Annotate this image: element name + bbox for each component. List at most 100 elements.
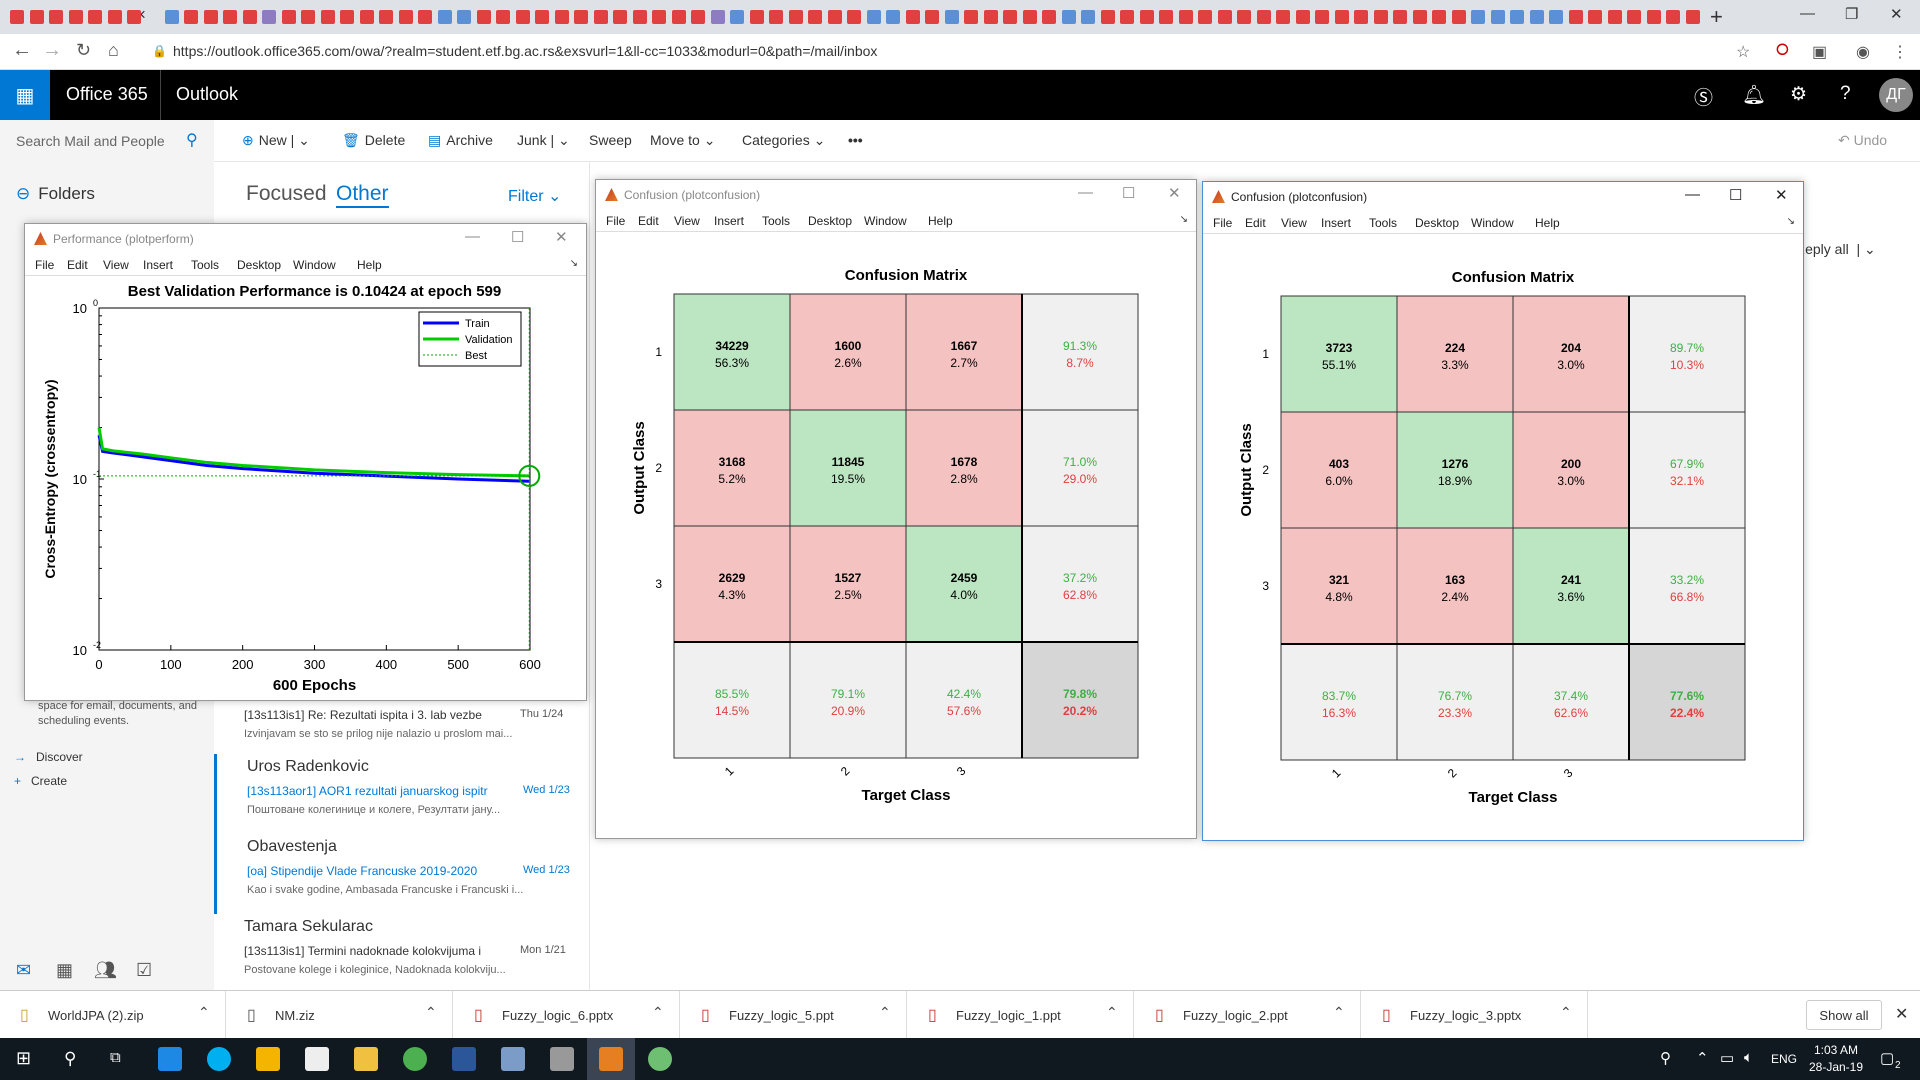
tab-favicon[interactable] xyxy=(1490,10,1505,24)
download-item[interactable]: ▯ WorldJPA (2).zip ⌃ xyxy=(0,991,226,1039)
tab-favicon[interactable] xyxy=(593,10,608,24)
tasks-icon[interactable]: ☑ xyxy=(136,960,152,981)
menu-view[interactable]: View xyxy=(674,214,700,228)
tab-favicon[interactable] xyxy=(515,10,530,24)
menu-insert[interactable]: Insert xyxy=(714,214,744,228)
tab-favicon[interactable] xyxy=(535,10,549,24)
menu-edit[interactable]: Edit xyxy=(1245,216,1266,230)
help-icon[interactable]: ? xyxy=(1840,83,1851,105)
chevron-up-icon[interactable]: ⌃ xyxy=(1333,1004,1345,1021)
create-link[interactable]: + Create xyxy=(14,774,67,788)
menu-view[interactable]: View xyxy=(1281,216,1307,230)
tab-favicon[interactable] xyxy=(1100,10,1115,24)
new-tab-button[interactable]: + xyxy=(1710,4,1723,30)
tab-favicon[interactable] xyxy=(320,10,335,24)
download-item[interactable]: ▯ Fuzzy_logic_3.pptx ⌃ xyxy=(1362,991,1588,1039)
menu-desktop[interactable]: Desktop xyxy=(1415,216,1459,230)
edge-icon[interactable] xyxy=(158,1047,182,1071)
chevron-up-icon[interactable]: ⌃ xyxy=(1560,1004,1572,1021)
chevron-up-icon[interactable]: ⌃ xyxy=(1106,1004,1118,1021)
menu-desktop[interactable]: Desktop xyxy=(237,258,281,272)
menu-insert[interactable]: Insert xyxy=(1321,216,1351,230)
tab-favicon[interactable] xyxy=(827,10,842,24)
chevron-up-icon[interactable]: ⌃ xyxy=(198,1004,210,1021)
tab-favicon[interactable] xyxy=(476,10,491,24)
tab-favicon[interactable] xyxy=(418,10,432,24)
tab-favicon[interactable] xyxy=(437,10,452,24)
search-icon[interactable]: ⚲ xyxy=(186,130,198,150)
menu-window[interactable]: Window xyxy=(293,258,336,272)
tab-favicon[interactable] xyxy=(1256,10,1271,24)
network-icon[interactable]: ▭ xyxy=(1720,1049,1734,1067)
move-to-button[interactable]: Move to ⌄ xyxy=(650,132,715,149)
menu-window[interactable]: Window xyxy=(1471,216,1514,230)
download-item[interactable]: ▯ NM.ziz ⌃ xyxy=(227,991,453,1039)
tab-favicon[interactable] xyxy=(847,10,861,24)
tab-favicon[interactable] xyxy=(242,10,257,24)
tab-favicon[interactable] xyxy=(652,10,666,24)
bookmark-star-icon[interactable]: ☆ xyxy=(1736,42,1750,62)
tab-favicon[interactable] xyxy=(905,10,920,24)
show-all-button[interactable]: Show all xyxy=(1806,1000,1882,1030)
tab-favicon[interactable] xyxy=(1237,10,1251,24)
tab-favicon[interactable] xyxy=(1217,10,1232,24)
language-indicator[interactable]: ENG xyxy=(1771,1052,1797,1066)
app-launcher-icon[interactable]: ▦ xyxy=(0,70,50,120)
menu-tools[interactable]: Tools xyxy=(1369,216,1397,230)
minimize-icon[interactable]: — xyxy=(1685,186,1700,203)
categories-button[interactable]: Categories ⌄ xyxy=(742,132,825,149)
more-actions-button[interactable]: ••• xyxy=(848,132,863,148)
brand-name[interactable]: Office 365 xyxy=(66,84,148,105)
skype-icon[interactable] xyxy=(207,1047,231,1071)
tab-favicon[interactable] xyxy=(1373,10,1388,24)
tab-favicon[interactable] xyxy=(574,10,588,24)
search-input[interactable]: Search Mail and People xyxy=(16,133,165,149)
chevron-up-icon[interactable]: ⌃ xyxy=(652,1004,664,1021)
chevron-up-icon[interactable]: ⌃ xyxy=(1696,1049,1709,1067)
discover-link[interactable]: → Discover xyxy=(14,750,83,764)
tab-favicon[interactable] xyxy=(632,10,647,24)
menu-help[interactable]: Help xyxy=(928,214,953,228)
tab-favicon[interactable] xyxy=(262,10,276,24)
close-icon[interactable]: ✕ xyxy=(1168,184,1181,202)
tab-favicon[interactable] xyxy=(301,10,315,24)
archive-button[interactable]: ▤ Archive xyxy=(428,132,493,149)
tab-favicon[interactable] xyxy=(1354,10,1368,24)
gear-icon[interactable]: ⚙ xyxy=(1790,83,1807,106)
tab-favicon[interactable] xyxy=(10,10,24,24)
window-title-bar[interactable]: Confusion (plotconfusion) — ☐ ✕ xyxy=(1203,182,1803,212)
chevron-up-icon[interactable]: ⌃ xyxy=(879,1004,891,1021)
download-item[interactable]: ▯ Fuzzy_logic_1.ppt ⌃ xyxy=(908,991,1134,1039)
skype-icon[interactable]: Ⓢ xyxy=(1694,83,1713,110)
calendar-icon[interactable]: ▦ xyxy=(56,960,73,981)
tab-favicon[interactable] xyxy=(457,10,471,24)
menu-edit[interactable]: Edit xyxy=(67,258,88,272)
performance-window[interactable]: Performance (plotperform) — ☐ ✕ File Edit… xyxy=(24,223,587,701)
tab-favicon[interactable] xyxy=(983,10,998,24)
tab-favicon[interactable] xyxy=(398,10,413,24)
tab-favicon[interactable] xyxy=(1529,10,1544,24)
menu-file[interactable]: File xyxy=(606,214,625,228)
home-icon[interactable]: ⌂ xyxy=(108,40,119,61)
tab-favicon[interactable] xyxy=(1607,10,1622,24)
maximize-icon[interactable]: ☐ xyxy=(1729,186,1742,204)
bell-icon[interactable]: 🔔︎ xyxy=(1742,83,1766,107)
tab-favicon[interactable] xyxy=(1549,10,1563,24)
notification-icon[interactable]: ▢ xyxy=(1880,1049,1894,1067)
avatar[interactable]: ДГ xyxy=(1879,78,1913,112)
url-field[interactable]: https://outlook.office365.com/owa/?realm… xyxy=(173,43,877,59)
maximize-icon[interactable]: ☐ xyxy=(511,228,524,246)
download-item[interactable]: ▯ Fuzzy_logic_6.pptx ⌃ xyxy=(454,991,680,1039)
tab-favicon[interactable] xyxy=(107,10,122,24)
tab-favicon[interactable] xyxy=(925,10,939,24)
profile-icon[interactable]: ◉ xyxy=(1856,42,1870,62)
tab-favicon[interactable] xyxy=(1120,10,1134,24)
tab-favicon[interactable] xyxy=(691,10,705,24)
tab-favicon[interactable] xyxy=(1139,10,1154,24)
tab-favicon[interactable] xyxy=(1159,10,1173,24)
opera-extension-icon[interactable]: ⭘ xyxy=(1776,42,1789,60)
chevron-up-icon[interactable]: ⌃ xyxy=(425,1004,437,1021)
tab-favicon[interactable] xyxy=(671,10,686,24)
tab-favicon[interactable] xyxy=(886,10,900,24)
maximize-icon[interactable]: ☐ xyxy=(1122,184,1135,202)
